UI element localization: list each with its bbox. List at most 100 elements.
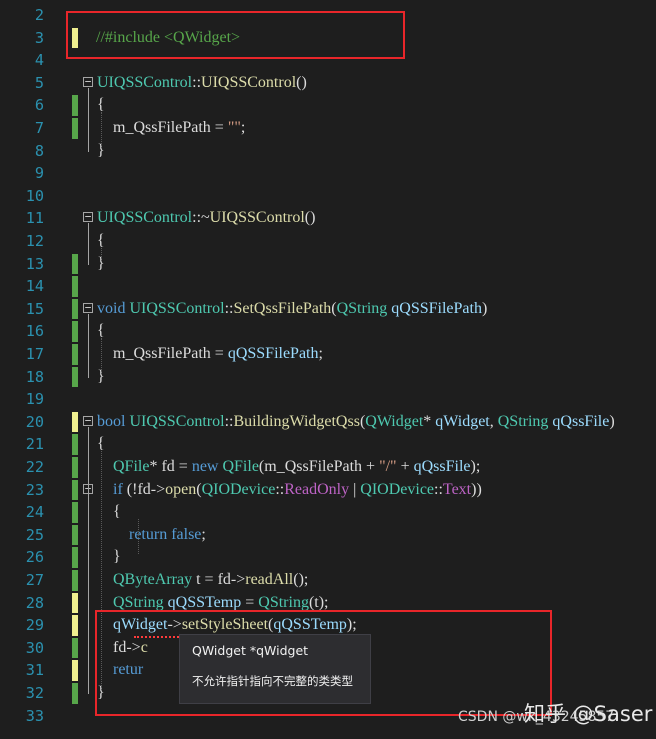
- code-line[interactable]: 26 }: [0, 546, 656, 569]
- line-number: 26: [25, 548, 44, 567]
- code-line[interactable]: 15 − void UIQSSControl::SetQssFilePath(QSt…: [0, 298, 656, 321]
- code-token: t = fd->: [192, 571, 246, 588]
- code-line[interactable]: 14: [0, 275, 656, 298]
- line-number: 28: [25, 593, 44, 612]
- code-token: Text: [442, 480, 472, 498]
- code-token: (): [304, 209, 316, 227]
- code-token: QByteArray: [113, 571, 193, 588]
- line-number: 30: [25, 638, 44, 657]
- saved-change-marker: [72, 502, 78, 523]
- code-token: if: [113, 480, 127, 498]
- code-line[interactable]: 5 − UIQSSControl::UIQSSControl(): [0, 72, 656, 95]
- code-token: open: [165, 480, 197, 498]
- code-token: new: [191, 458, 223, 475]
- saved-change-marker: [72, 298, 78, 320]
- saved-change-marker: [72, 344, 78, 365]
- unsaved-change-marker: [72, 660, 78, 681]
- code-text[interactable]: QByteArray t = fd->readAll();: [97, 569, 308, 592]
- code-text[interactable]: QFile* fd = new QFile(m_QssFilePath + "/…: [97, 456, 480, 479]
- fold-collapse-icon[interactable]: −: [83, 76, 93, 87]
- saved-change-marker: [72, 457, 78, 478]
- code-line[interactable]: 9: [0, 162, 656, 185]
- code-token: *: [423, 412, 436, 430]
- zhihu-watermark: 知乎 @Saser: [524, 702, 653, 726]
- code-line[interactable]: 19: [0, 388, 656, 411]
- code-token: QFile: [222, 458, 259, 475]
- code-text[interactable]: if (!fd->open(QIODevice::ReadOnly | QIOD…: [97, 479, 482, 502]
- code-line[interactable]: 16 {: [0, 320, 656, 343]
- code-token: ;: [240, 119, 246, 136]
- code-text[interactable]: UIQSSControl::UIQSSControl(): [97, 72, 307, 95]
- code-token: (m_QssFilePath +: [258, 458, 380, 475]
- code-text[interactable]: return false;: [97, 524, 206, 547]
- code-token: +: [396, 458, 414, 475]
- code-line[interactable]: 11− UIQSSControl::~UIQSSControl(): [0, 207, 656, 230]
- code-token: bool: [97, 412, 130, 430]
- indent-guide: [101, 338, 102, 374]
- code-line[interactable]: 12 {: [0, 230, 656, 253]
- fold-collapse-icon[interactable]: −: [83, 211, 93, 223]
- line-number: 5: [34, 73, 44, 92]
- line-number: 31: [25, 661, 44, 680]
- saved-change-marker: [72, 321, 78, 342]
- code-token: UIQSSControl: [97, 209, 193, 227]
- code-line[interactable]: 20 − bool UIQSSControl::BuildingWidgetQss(…: [0, 411, 656, 434]
- code-text[interactable]: UIQSSControl::~UIQSSControl(): [97, 207, 315, 230]
- code-token: qQSSFilePath: [387, 299, 482, 317]
- code-line[interactable]: 13}: [0, 253, 656, 276]
- code-text[interactable]: bool UIQSSControl::BuildingWidgetQss(QWi…: [97, 411, 615, 434]
- line-number: 2: [34, 6, 44, 24]
- fold-region-line: [88, 426, 89, 694]
- code-token: * fd =: [149, 458, 192, 475]
- code-text[interactable]: m_QssFilePath = "";: [97, 117, 245, 140]
- fold-region-line: [88, 87, 89, 152]
- code-token: void: [97, 299, 130, 317]
- code-text[interactable]: void UIQSSControl::SetQssFilePath(QStrin…: [97, 298, 487, 321]
- code-line[interactable]: 8}: [0, 140, 656, 163]
- line-number: 22: [25, 458, 44, 476]
- code-token: QString: [258, 593, 309, 611]
- line-number: 24: [25, 503, 44, 522]
- code-token: "/": [379, 458, 397, 475]
- saved-change-marker: [72, 276, 78, 297]
- code-line[interactable]: 25 return false;: [0, 524, 656, 547]
- code-line[interactable]: 10: [0, 185, 656, 208]
- fold-region-line: [88, 223, 89, 265]
- fold-collapse-icon[interactable]: −: [83, 302, 93, 313]
- line-number: 20: [25, 412, 44, 431]
- code-token: qQSSFilePath: [227, 345, 319, 362]
- code-token: BuildingWidgetQss: [233, 412, 360, 430]
- code-line[interactable]: 7 m_QssFilePath = "";: [0, 117, 656, 140]
- code-line[interactable]: 18}: [0, 366, 656, 389]
- line-number: 15: [25, 299, 44, 318]
- line-number: 18: [25, 367, 44, 386]
- code-line[interactable]: 22 QFile* fd = new QFile(m_QssFilePath +…: [0, 456, 656, 479]
- saved-change-marker: [72, 95, 78, 116]
- code-line[interactable]: 23− if (!fd->open(QIODevice::ReadOnly | …: [0, 479, 656, 502]
- code-token: UIQSSControl: [129, 412, 225, 430]
- code-text[interactable]: m_QssFilePath = qQSSFilePath;: [97, 343, 323, 366]
- line-number: 9: [34, 164, 44, 183]
- code-token: ::: [192, 73, 202, 91]
- code-token: qQssFile: [548, 412, 610, 430]
- code-line[interactable]: 24 {: [0, 501, 656, 524]
- line-number: 14: [25, 277, 44, 296]
- code-line[interactable]: 17 m_QssFilePath = qQSSFilePath;: [0, 343, 656, 366]
- saved-change-marker: [72, 683, 78, 704]
- line-number: 3: [34, 28, 44, 47]
- line-number: 16: [25, 322, 44, 341]
- saved-change-marker: [72, 547, 78, 568]
- line-number: 6: [34, 96, 44, 115]
- code-token: qQssFile: [413, 458, 471, 475]
- code-line[interactable]: 27 QByteArray t = fd->readAll();: [0, 569, 656, 592]
- line-number: 7: [34, 119, 44, 137]
- code-token: QFile: [113, 458, 150, 475]
- fold-collapse-icon[interactable]: −: [83, 415, 93, 426]
- code-line[interactable]: 6{: [0, 94, 656, 117]
- code-token: ::: [275, 480, 285, 498]
- code-line[interactable]: 21 {: [0, 433, 656, 456]
- saved-change-marker: [72, 524, 78, 546]
- saved-change-marker: [72, 479, 78, 501]
- code-token: qQSSTemp: [163, 593, 242, 611]
